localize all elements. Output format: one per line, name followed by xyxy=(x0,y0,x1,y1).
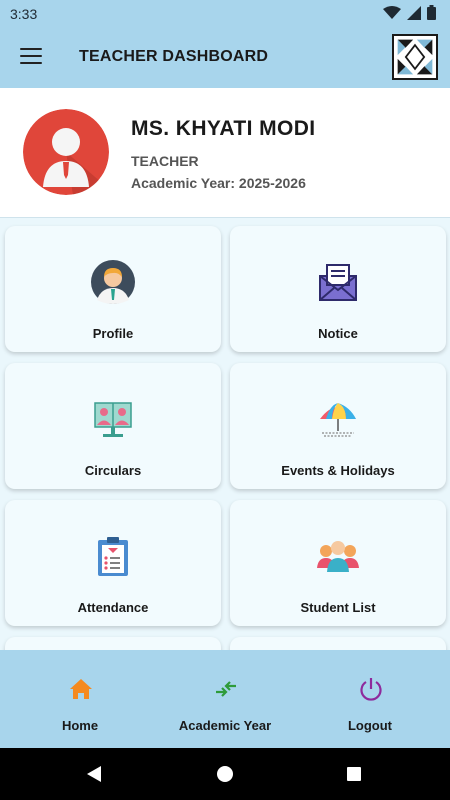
events-holidays-card[interactable]: Events & Holidays xyxy=(230,363,446,489)
card-label: Circulars xyxy=(84,463,142,478)
umbrella-icon xyxy=(320,403,356,437)
circulars-card[interactable]: Circulars xyxy=(5,363,221,489)
card-label: Events & Holidays xyxy=(281,463,395,478)
app-bar: TEACHER DASHBOARD xyxy=(0,28,450,88)
nav-label: Academic Year xyxy=(178,718,272,733)
nav-home[interactable]: Home xyxy=(5,650,155,748)
nav-label: Home xyxy=(61,718,99,733)
dashboard-grid: Profile Notice Circulars Events & Holida… xyxy=(0,218,450,650)
notice-card[interactable]: Notice xyxy=(230,226,446,352)
signal-icon xyxy=(407,5,421,20)
page-title: TEACHER DASHBOARD xyxy=(79,48,269,65)
battery-icon xyxy=(427,5,436,20)
nav-logout[interactable]: Logout xyxy=(295,650,445,748)
swap-arrows-icon xyxy=(216,681,236,697)
status-icons xyxy=(383,5,436,20)
status-time: 3:33 xyxy=(10,6,38,22)
school-logo-icon xyxy=(392,34,438,80)
more-card[interactable] xyxy=(230,637,446,650)
hamburger-menu-icon[interactable] xyxy=(20,48,42,66)
attendance-card[interactable]: Attendance xyxy=(5,500,221,626)
home-icon xyxy=(70,679,92,699)
teacher-role: TEACHER xyxy=(131,153,199,169)
card-label: Notice xyxy=(318,326,358,341)
bottom-nav: Home Academic Year Logout xyxy=(0,650,450,748)
teacher-avatar-icon xyxy=(91,260,135,304)
card-label: Attendance xyxy=(77,600,149,615)
student-list-card[interactable]: Student List xyxy=(230,500,446,626)
envelope-icon xyxy=(319,264,357,301)
avatar xyxy=(23,109,109,195)
recents-icon[interactable] xyxy=(345,765,363,783)
card-label: Profile xyxy=(92,326,134,341)
profile-card[interactable]: Profile xyxy=(5,226,221,352)
academic-year-text: Academic Year: 2025-2026 xyxy=(131,175,306,191)
wifi-icon xyxy=(383,5,401,19)
group-people-icon xyxy=(317,541,359,572)
nav-label: Logout xyxy=(347,718,393,733)
profile-header: MS. KHYATI MODI TEACHER Academic Year: 2… xyxy=(0,88,450,218)
status-bar: 3:33 xyxy=(0,0,450,28)
home-circle-icon[interactable] xyxy=(216,765,234,783)
more-card[interactable] xyxy=(5,637,221,650)
back-icon[interactable] xyxy=(85,765,103,783)
system-nav-bar xyxy=(0,748,450,800)
teacher-name: MS. KHYATI MODI xyxy=(131,117,316,140)
power-icon xyxy=(360,678,382,701)
card-label: Student List xyxy=(300,600,376,615)
nav-academic-year[interactable]: Academic Year xyxy=(150,650,300,748)
monitor-people-icon xyxy=(94,402,132,437)
clipboard-icon xyxy=(98,537,128,576)
